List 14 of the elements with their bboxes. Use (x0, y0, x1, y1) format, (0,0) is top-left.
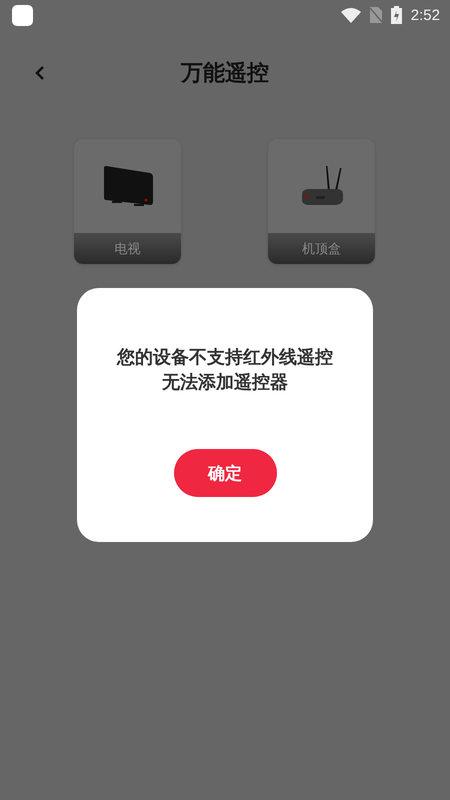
battery-charging-icon (390, 6, 402, 24)
app-icon (12, 4, 33, 26)
status-time: 2:52 (410, 6, 440, 24)
device-label: 电视 (74, 233, 181, 264)
chevron-left-icon (34, 65, 46, 81)
page-title: 万能遥控 (181, 60, 269, 88)
device-card[interactable]: 机顶盒 (268, 139, 375, 264)
no-sim-icon (370, 7, 382, 23)
tv-icon (102, 164, 154, 208)
device-card[interactable]: 电视 (74, 139, 181, 264)
confirm-button[interactable]: 确定 (174, 449, 276, 497)
dialog-message: 您的设备不支持红外线遥控 无法添加遥控器 (117, 346, 333, 395)
wifi-icon (340, 8, 361, 22)
device-label: 机顶盒 (268, 233, 375, 264)
